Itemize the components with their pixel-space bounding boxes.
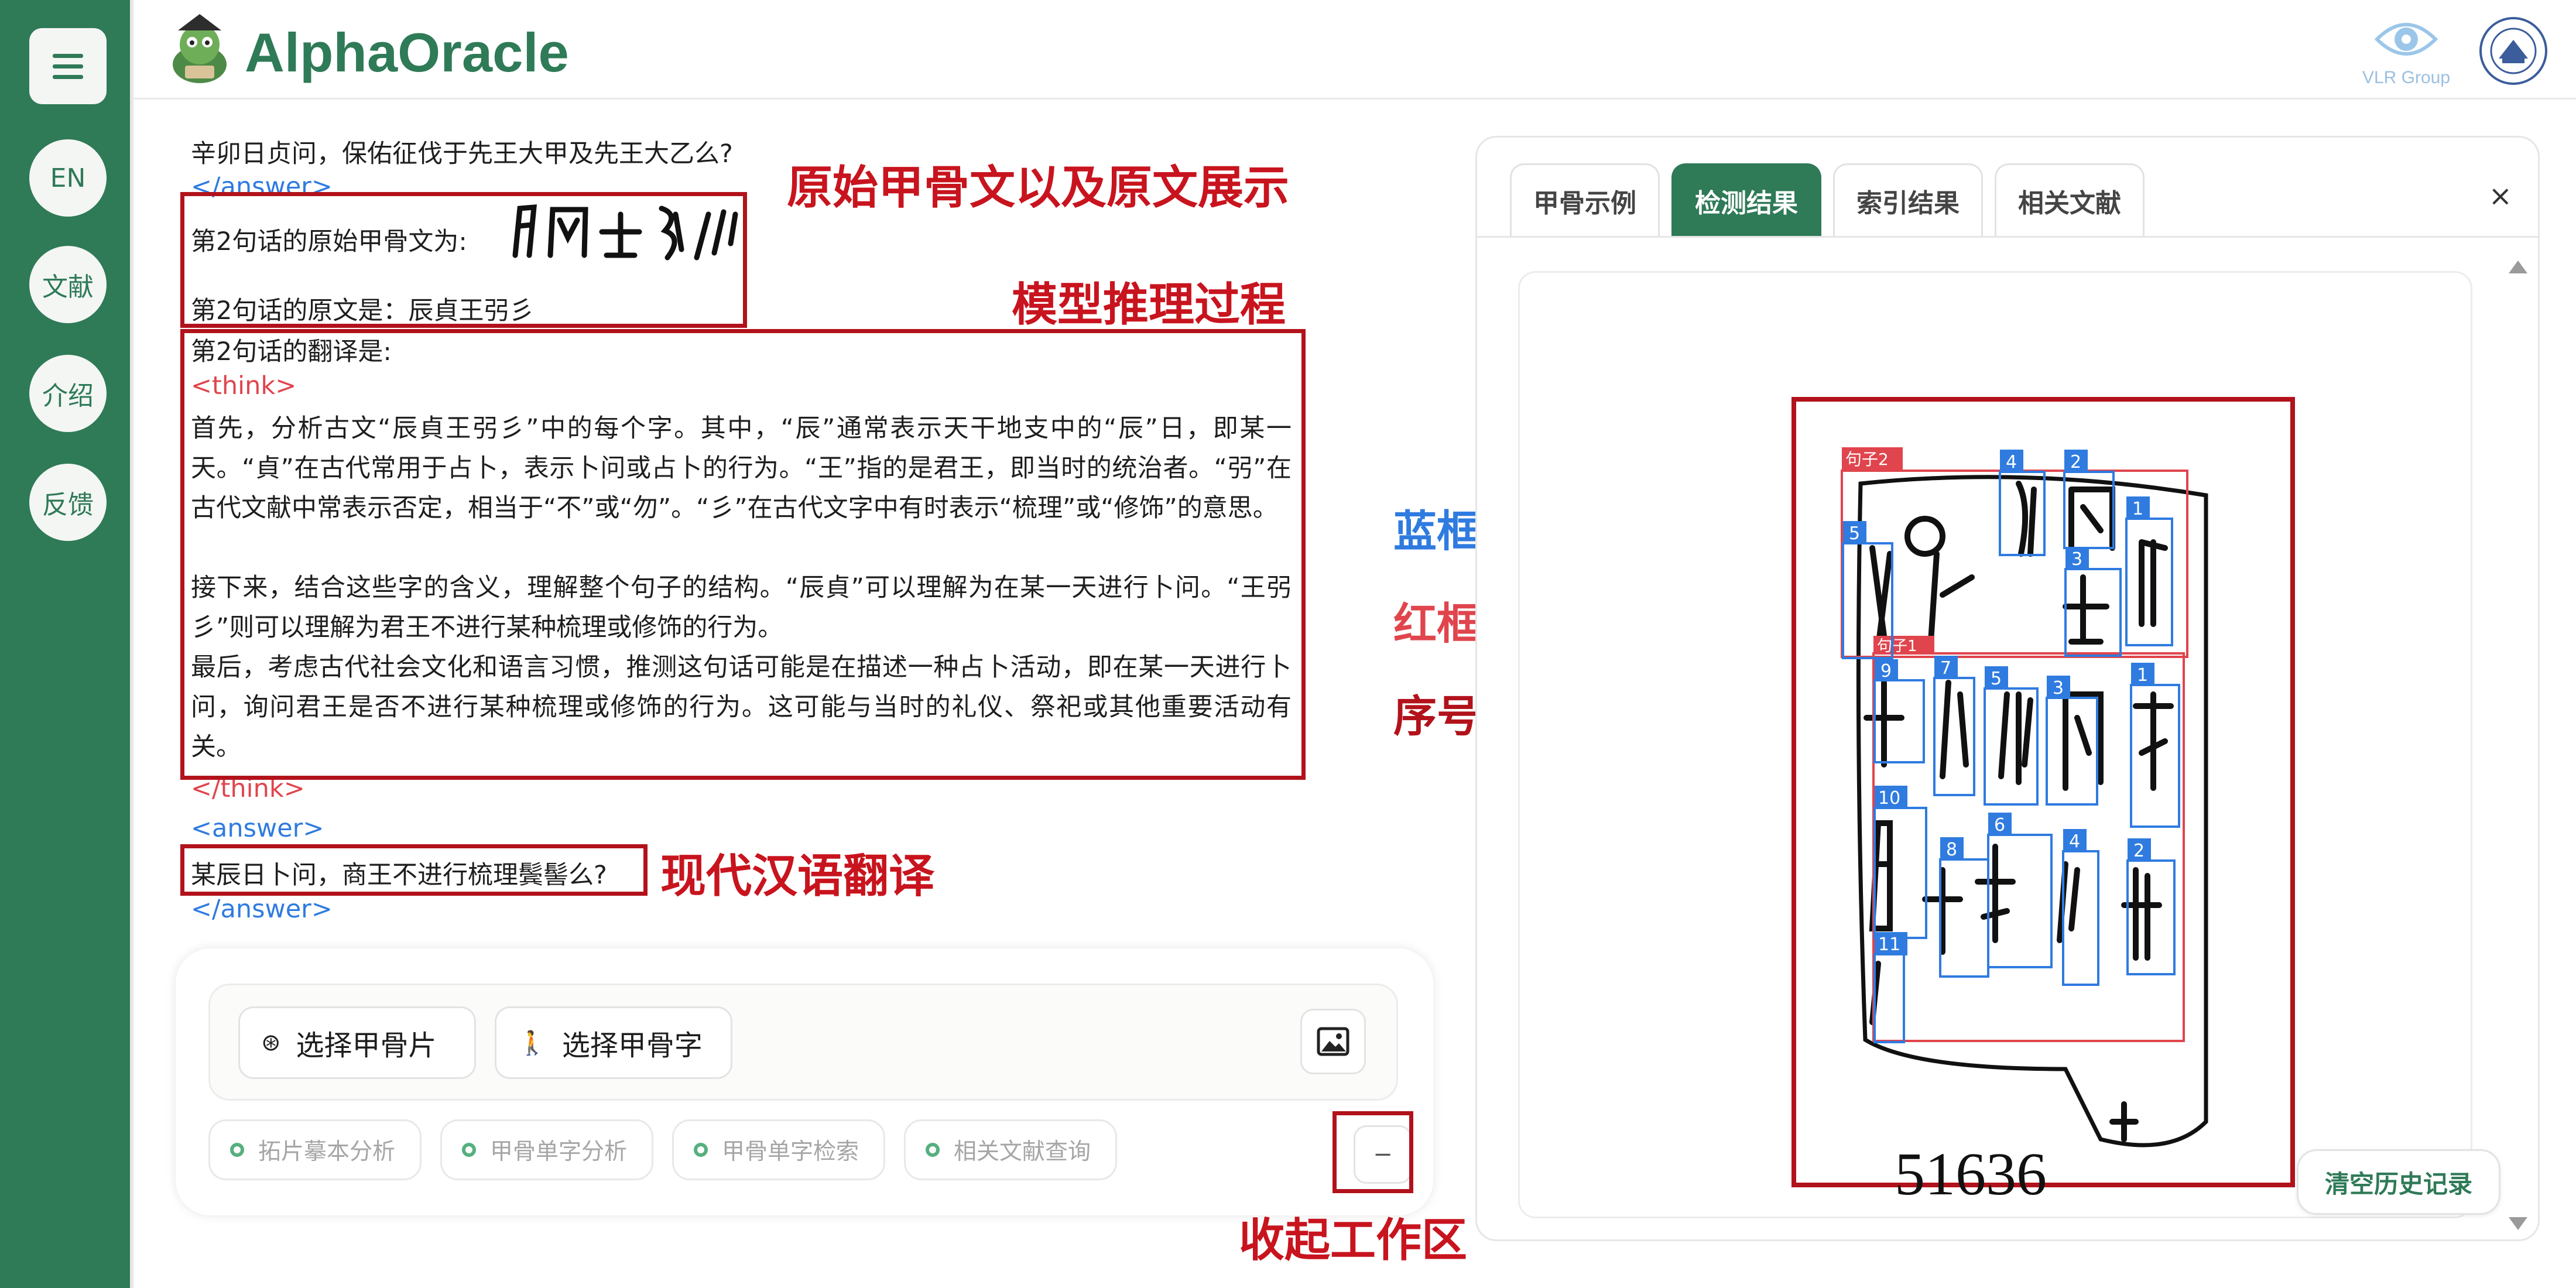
sentence-label: 句子1 bbox=[1877, 638, 1917, 655]
chip-dot-icon bbox=[462, 1143, 476, 1157]
tab-label: 相关文献 bbox=[2018, 188, 2121, 218]
select-char-label: 选择甲骨字 bbox=[561, 1029, 703, 1062]
tab-detection-results[interactable]: 检测结果 bbox=[1671, 163, 1821, 236]
sidebar-item-label: 文献 bbox=[42, 272, 94, 302]
menu-button[interactable] bbox=[29, 28, 107, 104]
char-order-number: 7 bbox=[1940, 658, 1951, 679]
annotation-box-original bbox=[180, 192, 747, 328]
eye-icon bbox=[2374, 23, 2438, 56]
tab-label: 检测结果 bbox=[1695, 188, 1798, 218]
char-order-number: 8 bbox=[1946, 840, 1957, 860]
chip-literature-query[interactable]: 相关文献查询 bbox=[904, 1119, 1117, 1180]
tab-related-literature[interactable]: 相关文献 bbox=[1995, 163, 2145, 236]
select-bone-button[interactable]: ⊛ 选择甲骨片 bbox=[238, 1006, 476, 1079]
image-icon bbox=[1317, 1027, 1349, 1056]
hamburger-icon-bar bbox=[53, 75, 83, 79]
sidebar-item-feedback[interactable]: 反馈 bbox=[29, 464, 107, 541]
scroll-up-icon[interactable] bbox=[2509, 261, 2527, 273]
annotation-box-collapse bbox=[1332, 1111, 1413, 1193]
scroll-down-icon[interactable] bbox=[2509, 1217, 2527, 1230]
char-order-number: 4 bbox=[2006, 452, 2017, 472]
vlr-label: VLR Group bbox=[2362, 68, 2451, 87]
char-order-number: 5 bbox=[1849, 523, 1860, 544]
select-bone-label: 选择甲骨片 bbox=[296, 1029, 437, 1062]
bone-icon: ⊛ bbox=[261, 1029, 281, 1056]
annotation-original-label: 原始甲骨文以及原文展示 bbox=[787, 162, 1290, 214]
char-order-number: 3 bbox=[2071, 549, 2082, 570]
chip-char-analysis[interactable]: 甲骨单字分析 bbox=[440, 1119, 653, 1180]
sidebar-item-literature[interactable]: 文献 bbox=[29, 246, 107, 323]
chat-history: 辛卯日贞问，保佑征伐于先王大甲及先王大乙么? </answer> 第2句话的原始… bbox=[176, 133, 1311, 924]
oracle-rubbing-detection-image: 句子2 句子1 4 2 5 3 1 9 7 5 3 1 10 8 6 4 2 1… bbox=[1796, 402, 2290, 1183]
chip-dot-icon bbox=[926, 1143, 940, 1157]
vlr-logo: VLR Group bbox=[2348, 13, 2465, 95]
annotation-reasoning-label: 模型推理过程 bbox=[1012, 279, 1286, 331]
workspace: ⊛ 选择甲骨片 🚶 选择甲骨字 拓片摹本分析 甲骨单字分析 甲骨单字检索 相关文… bbox=[176, 948, 1433, 1215]
char-order-number: 2 bbox=[2133, 841, 2145, 861]
answer-open-tag: <answer> bbox=[191, 814, 324, 843]
char-order-number: 10 bbox=[1878, 788, 1900, 809]
chip-label: 拓片摹本分析 bbox=[258, 1139, 396, 1165]
annotation-collapse-label: 收起工作区 bbox=[1239, 1214, 1468, 1267]
char-order-number: 1 bbox=[2132, 499, 2143, 519]
logo-icon bbox=[173, 14, 227, 83]
tab-index-results[interactable]: 索引结果 bbox=[1833, 163, 1983, 236]
char-order-number: 2 bbox=[2070, 452, 2081, 472]
sidebar: EN 文献 介绍 反馈 bbox=[0, 0, 133, 1288]
result-panel: 甲骨示例 检测结果 索引结果 相关文献 × 句子2 句子1 4 2 5 3 1 … bbox=[1475, 136, 2540, 1241]
char-order-number: 3 bbox=[2053, 678, 2064, 698]
char-order-number: 4 bbox=[2069, 831, 2080, 852]
rubbing-number: 51636 bbox=[1895, 1140, 2047, 1208]
chip-dot-icon bbox=[694, 1143, 708, 1157]
chip-label: 甲骨单字检索 bbox=[722, 1139, 859, 1165]
char-order-number: 6 bbox=[1994, 815, 2005, 835]
annotation-box-translation bbox=[180, 844, 648, 896]
sidebar-item-label: 反馈 bbox=[42, 490, 94, 520]
hamburger-icon-bar bbox=[53, 64, 83, 68]
app-title: AlphaOracle bbox=[245, 22, 569, 83]
char-order-number: 9 bbox=[1880, 661, 1892, 681]
hamburger-icon bbox=[53, 54, 83, 58]
char-order-number: 5 bbox=[1991, 669, 2002, 689]
tab-examples[interactable]: 甲骨示例 bbox=[1510, 163, 1660, 236]
rubbing-image-frame: 句子2 句子1 4 2 5 3 1 9 7 5 3 1 10 8 6 4 2 1… bbox=[1791, 397, 2295, 1187]
close-icon[interactable]: × bbox=[2489, 180, 2512, 213]
app-root: EN 文献 介绍 反馈 AlphaOracle VLR Group 辛卯日贞问，… bbox=[0, 0, 2576, 1288]
annotation-translation-label: 现代汉语翻译 bbox=[660, 850, 935, 903]
header: AlphaOracle VLR Group bbox=[133, 0, 2576, 100]
clear-history-label: 清空历史记录 bbox=[2324, 1169, 2472, 1198]
university-seal-icon bbox=[2479, 17, 2547, 85]
char-order-number: 11 bbox=[1878, 934, 1900, 955]
sidebar-item-intro[interactable]: 介绍 bbox=[29, 355, 107, 432]
tabs-divider bbox=[1477, 236, 2538, 238]
chat-line: 辛卯日贞问，保佑征伐于先王大甲及先王大乙么? bbox=[191, 139, 733, 169]
clear-history-button[interactable]: 清空历史记录 bbox=[2297, 1149, 2500, 1215]
annotation-box-reasoning bbox=[180, 329, 1306, 780]
chip-label: 甲骨单字分析 bbox=[490, 1139, 628, 1165]
chip-char-search[interactable]: 甲骨单字检索 bbox=[672, 1119, 885, 1180]
char-order-number: 1 bbox=[2137, 665, 2148, 686]
select-char-button[interactable]: 🚶 选择甲骨字 bbox=[495, 1006, 732, 1079]
sidebar-item-label: 介绍 bbox=[42, 381, 94, 411]
answer-close-tag: </answer> bbox=[191, 895, 333, 924]
chip-rubbing-analysis[interactable]: 拓片摹本分析 bbox=[208, 1119, 422, 1180]
tab-label: 甲骨示例 bbox=[1533, 188, 1636, 218]
detection-card: 句子2 句子1 4 2 5 3 1 9 7 5 3 1 10 8 6 4 2 1… bbox=[1518, 271, 2472, 1218]
sidebar-item-language[interactable]: EN bbox=[29, 139, 107, 217]
chip-label: 相关文献查询 bbox=[954, 1139, 1091, 1165]
upload-image-button[interactable] bbox=[1300, 1009, 1366, 1074]
tab-label: 索引结果 bbox=[1856, 188, 1960, 218]
character-icon: 🚶 bbox=[518, 1029, 547, 1057]
sidebar-item-label: EN bbox=[50, 163, 86, 193]
sentence-label: 句子2 bbox=[1845, 450, 1889, 469]
input-box[interactable]: ⊛ 选择甲骨片 🚶 选择甲骨字 bbox=[208, 984, 1398, 1101]
chip-dot-icon bbox=[230, 1143, 244, 1157]
